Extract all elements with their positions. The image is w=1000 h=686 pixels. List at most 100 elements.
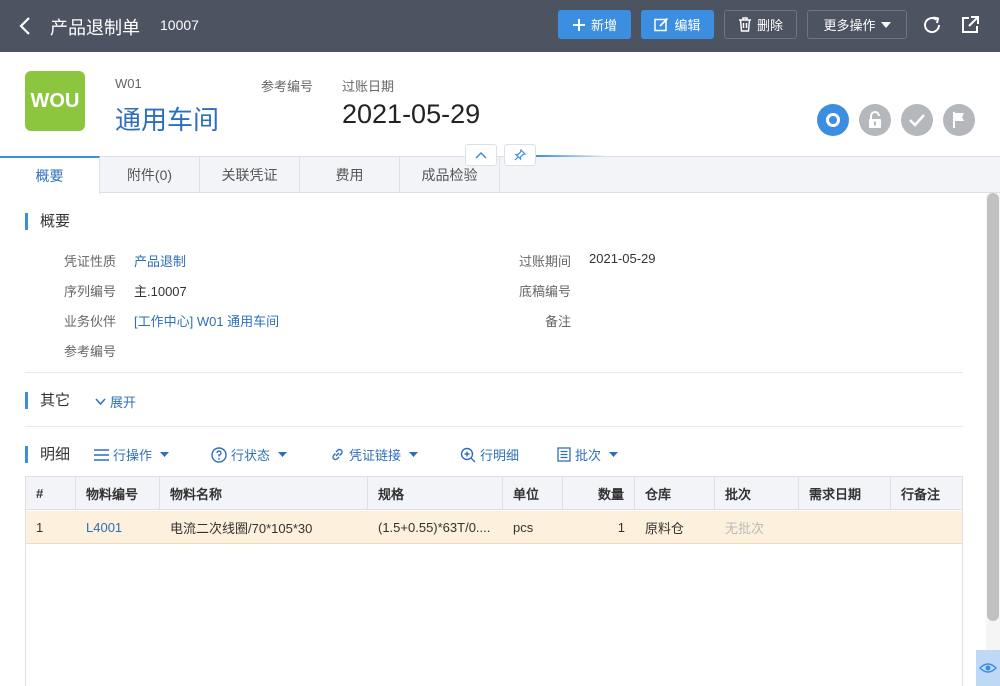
caret-down-icon [880, 21, 891, 28]
section-divider [25, 372, 963, 373]
document-link-label: 凭证链接 [349, 448, 402, 463]
status-open-icon[interactable] [817, 104, 849, 136]
caret-down-icon [609, 452, 619, 457]
edit-icon [654, 17, 669, 32]
column-header-warehouse[interactable]: 仓库 [635, 477, 715, 510]
row-detail-label: 行明细 [480, 448, 520, 463]
column-header-batch[interactable]: 批次 [715, 477, 799, 510]
trash-icon [738, 17, 751, 32]
back-arrow-icon[interactable] [16, 14, 36, 38]
section-divider [25, 426, 963, 427]
partner-name: 通用车间 [115, 105, 220, 135]
caret-down-icon [160, 452, 170, 457]
row-status-menu[interactable]: 行状态 [211, 445, 288, 464]
batch-label: 批次 [575, 448, 602, 463]
plus-icon [572, 18, 585, 31]
lock-icon[interactable] [859, 104, 891, 136]
header-accent-line [536, 155, 606, 157]
link-icon [332, 448, 343, 461]
tab-expenses[interactable]: 费用 [300, 156, 400, 193]
more-actions-label: 更多操作 [823, 18, 876, 33]
scrollbar-thumb[interactable] [987, 193, 999, 621]
external-link-icon[interactable] [958, 13, 982, 37]
column-header-material-code[interactable]: 物料编号 [76, 477, 160, 510]
partner-code: W01 [115, 76, 142, 91]
tab-linked-documents[interactable]: 关联凭证 [200, 156, 300, 193]
posting-period-value: 2021-05-29 [589, 251, 656, 266]
summary-section-title: 概要 [25, 213, 70, 230]
serial-number-label: 序列编号 [63, 284, 116, 299]
flag-icon[interactable] [943, 104, 975, 136]
table-row[interactable]: 1 L4001 电流二次线圈/70*105*30 (1.5+0.55)*63T/… [26, 511, 962, 544]
delete-button-label: 删除 [756, 18, 783, 33]
edit-button-label: 编辑 [674, 18, 701, 33]
document-number: 10007 [160, 17, 199, 33]
chevron-up-icon [475, 151, 487, 159]
voucher-type-label: 凭证性质 [63, 254, 116, 269]
more-actions-dropdown[interactable]: 更多操作 [807, 10, 907, 39]
column-header-quantity[interactable]: 数量 [563, 477, 635, 510]
cell-index: 1 [36, 520, 44, 535]
check-icon[interactable] [901, 104, 933, 136]
business-partner-label: 业务伙伴 [63, 314, 116, 329]
add-button-label: 新增 [590, 18, 617, 33]
remark-label: 备注 [544, 314, 571, 329]
batch-menu[interactable]: 批次 [557, 445, 619, 464]
page-title: 产品退制单 [50, 18, 140, 38]
cell-batch: 无批次 [725, 521, 765, 536]
edit-button[interactable]: 编辑 [641, 10, 714, 39]
tab-bar: 概要 附件(0) 关联凭证 费用 成品检验 [0, 156, 1000, 194]
cell-spec: (1.5+0.55)*63T/0.... [378, 520, 491, 535]
reference-number-field-label: 参考编号 [63, 344, 116, 359]
column-header-index[interactable]: # [26, 477, 76, 510]
cell-material-name: 电流二次线圈/70*105*30 [170, 521, 313, 536]
top-bar: 产品退制单 10007 新增 编辑 删除 更多操作 [0, 0, 1000, 52]
column-header-unit[interactable]: 单位 [503, 477, 563, 510]
help-circle-icon [211, 446, 227, 463]
delete-button[interactable]: 删除 [724, 10, 797, 39]
column-header-spec[interactable]: 规格 [368, 477, 503, 510]
cell-unit: pcs [513, 520, 534, 535]
draft-number-label: 底稿编号 [518, 284, 571, 299]
eye-icon[interactable] [976, 650, 1000, 686]
partner-logo: WOU [25, 71, 85, 131]
pin-button[interactable] [504, 144, 536, 166]
expand-toggle[interactable]: 展开 [95, 392, 136, 411]
cell-quantity: 1 [617, 520, 625, 535]
business-partner-value[interactable]: [工作中心] W01 通用车间 [134, 311, 279, 330]
detail-section-title: 明细 [25, 446, 70, 463]
collapse-header-button[interactable] [465, 144, 497, 166]
expand-label: 展开 [110, 395, 137, 410]
column-header-need-date[interactable]: 需求日期 [799, 477, 891, 510]
table-header: # 物料编号 物料名称 规格 单位 数量 仓库 批次 需求日期 行备注 [26, 477, 962, 510]
posting-date-label: 过账日期 [342, 79, 395, 94]
chevron-down-icon [95, 398, 106, 405]
row-status-label: 行状态 [231, 448, 271, 463]
pin-icon [514, 149, 526, 161]
detail-table: # 物料编号 物料名称 规格 单位 数量 仓库 批次 需求日期 行备注 1 L4… [25, 476, 963, 686]
cell-need-date [799, 511, 891, 544]
cell-warehouse: 原料仓 [645, 521, 685, 536]
caret-down-icon [409, 452, 419, 457]
posting-period-label: 过账期间 [518, 254, 571, 269]
document-link-menu[interactable]: 凭证链接 [330, 445, 419, 464]
posting-date: 2021-05-29 [342, 99, 481, 129]
cell-material-code[interactable]: L4001 [76, 511, 160, 544]
reference-number-label: 参考编号 [261, 79, 314, 94]
serial-number-value: 主.10007 [134, 284, 187, 299]
tab-attachments[interactable]: 附件(0) [100, 156, 200, 193]
cell-row-remark [891, 511, 962, 544]
column-header-row-remark[interactable]: 行备注 [891, 477, 962, 510]
row-operations-label: 行操作 [113, 448, 153, 463]
document-list-icon [557, 447, 571, 462]
row-detail-button[interactable]: 行明细 [460, 445, 519, 464]
row-operations-menu[interactable]: 行操作 [94, 445, 170, 464]
other-section-title: 其它 [25, 392, 70, 409]
tab-summary[interactable]: 概要 [0, 156, 100, 194]
voucher-type-value[interactable]: 产品退制 [134, 251, 186, 270]
list-icon [94, 448, 109, 461]
column-header-material-name[interactable]: 物料名称 [160, 477, 368, 510]
add-button[interactable]: 新增 [558, 10, 631, 39]
caret-down-icon [278, 452, 288, 457]
refresh-icon[interactable] [920, 13, 944, 37]
